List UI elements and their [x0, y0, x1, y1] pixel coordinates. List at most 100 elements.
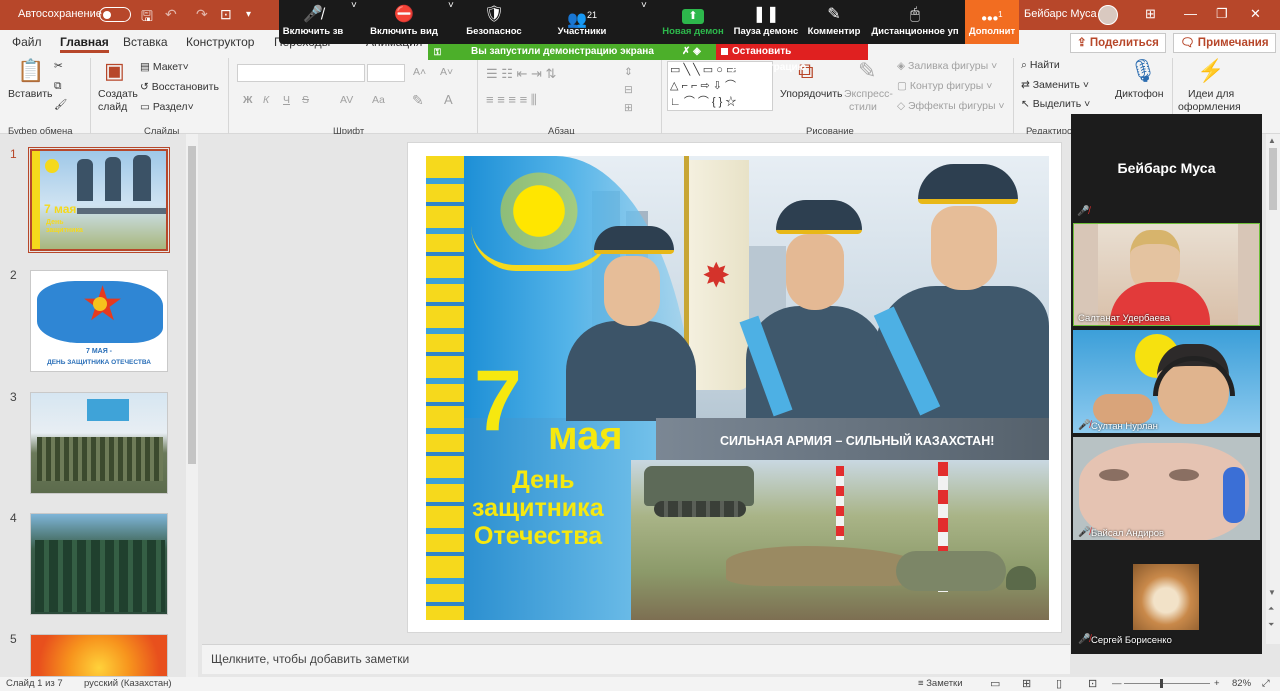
- section-button[interactable]: ▭ Раздел˅: [140, 101, 194, 113]
- arrange-button[interactable]: Упорядочить: [780, 88, 842, 100]
- char-spacing-button[interactable]: AV: [340, 94, 353, 106]
- video-options-chevron-icon[interactable]: ˅: [448, 0, 454, 44]
- present-icon[interactable]: ⊡: [220, 6, 232, 23]
- bullets-icon[interactable]: ☰ ☷ ⇤ ⇥ ⇅: [486, 66, 556, 82]
- reset-button[interactable]: ↺ Восстановить: [140, 81, 219, 93]
- next-slide-icon[interactable]: ⏷: [1268, 620, 1274, 630]
- prev-slide-icon[interactable]: ⏶: [1268, 604, 1274, 614]
- quick-styles-button[interactable]: Экспресс-: [844, 88, 893, 100]
- smartart-icon[interactable]: ⊞: [624, 102, 633, 114]
- video-tile-3[interactable]: Байсал Андиров 🎤̸: [1073, 437, 1260, 540]
- slide-thumbnail-3[interactable]: [30, 392, 168, 494]
- zoom-slider-thumb[interactable]: [1160, 679, 1163, 688]
- participants-button[interactable]: 👥21 Участники: [551, 0, 613, 44]
- slideshow-icon[interactable]: ⊡: [1088, 677, 1097, 690]
- language-indicator[interactable]: русский (Казахстан): [84, 678, 172, 689]
- redo-icon[interactable]: ↷: [196, 6, 208, 23]
- new-slide-icon[interactable]: ▣: [104, 58, 125, 84]
- tab-home[interactable]: Главная: [60, 35, 109, 53]
- pause-share-button[interactable]: ❚❚ Пауза демонс: [731, 0, 801, 44]
- copy-icon[interactable]: ⧉: [54, 80, 62, 93]
- grow-font-icon[interactable]: A˄: [413, 66, 426, 78]
- mute-button[interactable]: 🎤̸ Включить зв: [279, 0, 347, 44]
- new-share-button[interactable]: ⬆ Новая демон: [657, 0, 729, 44]
- video-tile-4[interactable]: Сергей Борисенко 🎤̸: [1073, 544, 1260, 647]
- notes-pane[interactable]: Щелкните, чтобы добавить заметки: [202, 644, 1070, 674]
- reading-view-icon[interactable]: ▯: [1056, 677, 1062, 690]
- italic-button[interactable]: К: [263, 94, 269, 106]
- tab-insert[interactable]: Вставка: [123, 35, 168, 49]
- video-tile-2[interactable]: Султан Нурлан 🎤̸: [1073, 330, 1260, 433]
- shrink-font-icon[interactable]: A˅: [440, 66, 453, 78]
- paste-button[interactable]: Вставить: [8, 88, 53, 100]
- slide-thumbnail-4[interactable]: [30, 513, 168, 615]
- find-button[interactable]: ⌕ Найти: [1021, 59, 1060, 72]
- microphone-icon[interactable]: 🎙: [1129, 58, 1157, 84]
- slide-thumbnail-5[interactable]: [30, 634, 168, 677]
- ribbon-display-icon[interactable]: ⊞: [1145, 6, 1156, 22]
- quick-styles-icon[interactable]: ✎: [858, 58, 876, 84]
- align-text-icon[interactable]: ⊟: [624, 84, 633, 96]
- dictate-button[interactable]: Диктофон: [1115, 88, 1164, 100]
- zoom-in-icon[interactable]: +: [1214, 678, 1220, 689]
- more-button[interactable]: •••1 Дополнит: [965, 0, 1019, 44]
- strikethrough-button[interactable]: S: [302, 94, 309, 106]
- user-name[interactable]: Бейбарс Муса: [1024, 8, 1097, 20]
- slide-date-month: мая: [548, 414, 623, 458]
- layout-button[interactable]: ▤ Макет˅: [140, 61, 189, 73]
- undo-icon[interactable]: ↶: [165, 6, 177, 23]
- underline-button[interactable]: Ч: [283, 94, 290, 106]
- thumbnails-scrollbar[interactable]: [186, 134, 198, 677]
- slide-thumbnail-2[interactable]: ★ 7 МАЯ - ДЕНЬ ЗАЩИТНИКА ОТЕЧЕСТВА: [30, 270, 168, 372]
- start-video-button[interactable]: ⛔ Включить вид: [369, 0, 439, 44]
- close-icon[interactable]: ✕: [1250, 6, 1261, 22]
- tab-file[interactable]: Файл: [12, 35, 42, 49]
- select-button[interactable]: ↖ Выделить ˅: [1021, 98, 1090, 110]
- autosave-toggle[interactable]: [99, 7, 131, 22]
- scroll-down-icon[interactable]: ▼: [1268, 588, 1276, 597]
- stop-share-button[interactable]: Остановить демонстрацию: [716, 44, 868, 73]
- slide-thumbnail-1[interactable]: 7 мая День защитника: [28, 147, 170, 253]
- share-button[interactable]: ⇪ Поделиться: [1070, 33, 1166, 53]
- save-icon[interactable]: 🖫: [141, 6, 153, 30]
- zoom-out-icon[interactable]: —: [1112, 678, 1122, 689]
- new-slide-button[interactable]: Создать: [98, 88, 138, 100]
- minimize-icon[interactable]: —: [1184, 6, 1197, 21]
- fit-to-window-icon[interactable]: ⤢: [1262, 678, 1270, 689]
- highlight-icon[interactable]: ✎: [412, 92, 424, 109]
- shape-fill-button[interactable]: ◈ Заливка фигуры ˅: [897, 60, 997, 72]
- customize-toolbar-icon[interactable]: ▾: [246, 9, 251, 20]
- shape-effects-button[interactable]: ◇ Эффекты фигуры ˅: [897, 100, 1005, 112]
- font-name-dropdown[interactable]: [237, 64, 365, 82]
- font-color-icon[interactable]: A: [444, 92, 453, 107]
- shape-outline-button[interactable]: ▢ Контур фигуры ˅: [897, 80, 992, 92]
- editor-scrollbar[interactable]: ▲ ▼ ⏶ ⏷: [1266, 134, 1280, 644]
- change-case-button[interactable]: Aa: [372, 94, 385, 106]
- zoom-slider[interactable]: [1124, 683, 1210, 684]
- paste-icon[interactable]: 📋: [17, 58, 44, 84]
- annotate-button[interactable]: ✎ Комментир: [803, 0, 865, 44]
- replace-button[interactable]: ⇄ Заменить ˅: [1021, 79, 1089, 91]
- normal-view-icon[interactable]: ▭: [990, 677, 1000, 690]
- designer-button[interactable]: Идеи для: [1188, 88, 1234, 100]
- bold-button[interactable]: Ж: [243, 94, 253, 106]
- video-tile-1[interactable]: Салтанат Удербаева: [1073, 223, 1260, 326]
- avatar[interactable]: [1098, 5, 1118, 25]
- notes-toggle[interactable]: ≡ Заметки: [918, 678, 963, 689]
- remote-control-button[interactable]: 🖱 Дистанционное уп: [867, 0, 963, 44]
- restore-icon[interactable]: ❐: [1216, 6, 1228, 22]
- slide-sorter-icon[interactable]: ⊞: [1022, 677, 1031, 690]
- cut-icon[interactable]: ✂: [54, 60, 63, 72]
- designer-icon[interactable]: ⚡: [1197, 58, 1224, 84]
- text-direction-icon[interactable]: ⇕: [624, 66, 633, 78]
- font-size-dropdown[interactable]: [367, 64, 405, 82]
- format-painter-icon[interactable]: 🖌: [54, 98, 67, 111]
- zoom-level[interactable]: 82%: [1232, 678, 1251, 689]
- security-button[interactable]: 🛡 Безопаснос: [464, 0, 524, 44]
- audio-options-chevron-icon[interactable]: ˅: [351, 0, 357, 44]
- participants-chevron-icon[interactable]: ˅: [641, 0, 647, 44]
- tab-design[interactable]: Конструктор: [186, 35, 254, 49]
- comments-button[interactable]: 🗨 Примечания: [1173, 33, 1276, 53]
- scroll-up-icon[interactable]: ▲: [1268, 136, 1276, 145]
- align-icons[interactable]: ≡ ≡ ≡ ≡ ⫼: [486, 92, 537, 108]
